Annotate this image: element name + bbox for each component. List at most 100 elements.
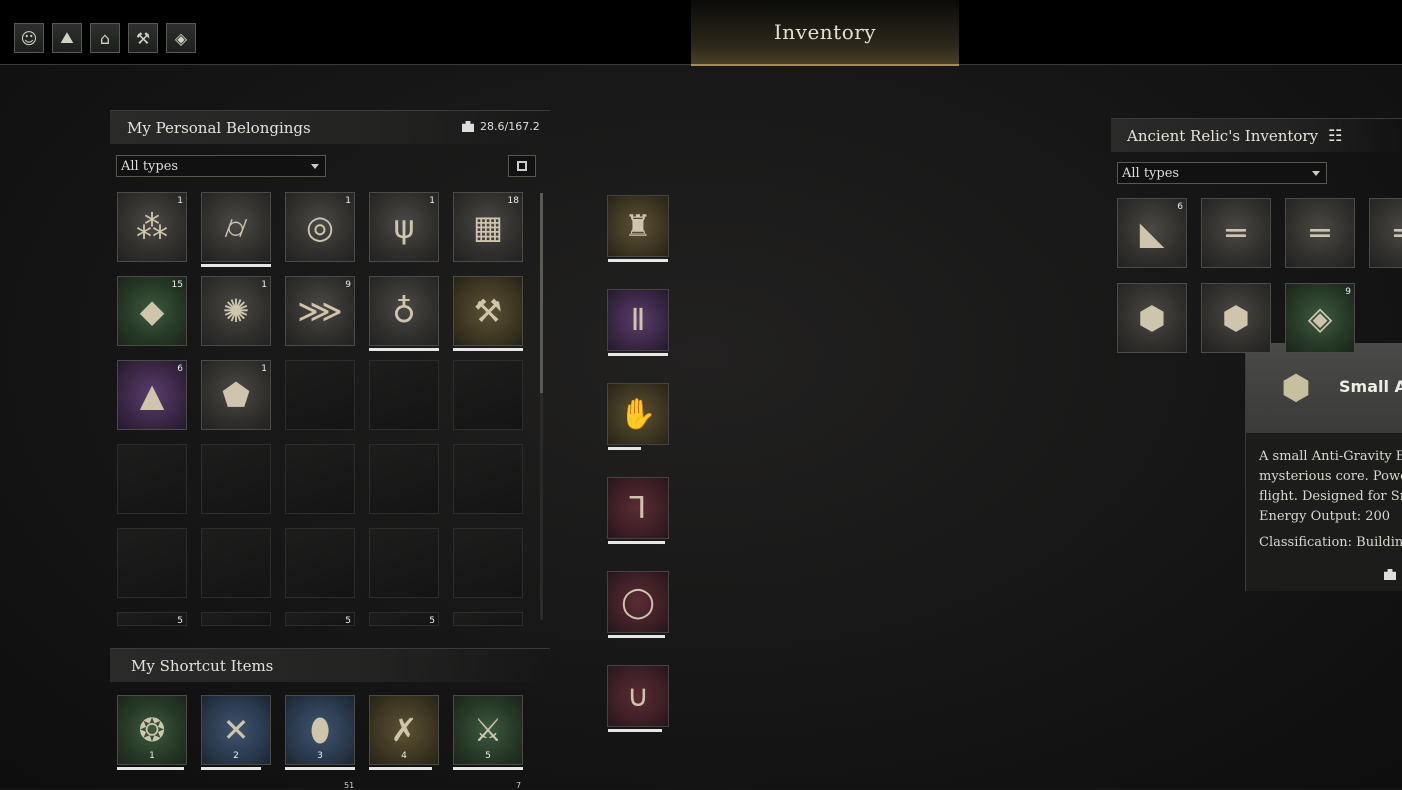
item-slot-fern-log[interactable]: ⋙ 9 bbox=[285, 276, 355, 346]
stack-count: 1 bbox=[345, 196, 351, 206]
stack-count: 1 bbox=[177, 196, 183, 206]
rope-coil-icon: ◎ bbox=[306, 208, 334, 246]
crossed-spears-icon: ✕ bbox=[222, 711, 250, 749]
item-slot-crossed-axes[interactable]: ✗ 4 bbox=[369, 695, 439, 765]
green-crystal-icon: ◆ bbox=[139, 292, 165, 330]
empty-slot[interactable] bbox=[117, 444, 187, 514]
item-slot-green-gem[interactable]: ◈ 9 bbox=[1285, 283, 1355, 353]
empty-slot[interactable] bbox=[285, 360, 355, 430]
durability-bar bbox=[201, 767, 261, 770]
empty-slot[interactable] bbox=[369, 360, 439, 430]
ring-icon: ◯ bbox=[621, 585, 655, 620]
rolled-canvas-icon: ⌭ bbox=[224, 208, 248, 246]
character-icon[interactable]: ☺ bbox=[14, 23, 44, 53]
durability-bar bbox=[285, 767, 355, 770]
item-slot-purple-prism[interactable]: ▲ 6 bbox=[117, 360, 187, 430]
top-icon-bar: ☺ ⛰ ⌂ ⚒ ◈ bbox=[14, 23, 196, 53]
item-tooltip: ⬢ Small Ar A small Anti-Gravity Eng myst… bbox=[1245, 343, 1402, 591]
bag-icon[interactable]: ⌂ bbox=[90, 23, 120, 53]
empty-slot[interactable] bbox=[285, 444, 355, 514]
empty-slot[interactable] bbox=[453, 444, 523, 514]
chevron-down-icon bbox=[1312, 171, 1320, 176]
item-slot-spiked-whip[interactable]: ❂ 1 bbox=[117, 695, 187, 765]
empty-slot[interactable] bbox=[201, 612, 271, 626]
item-slot-engine-core[interactable]: ⬢ bbox=[1117, 283, 1187, 353]
scroll-icon[interactable]: ☷ bbox=[1328, 126, 1342, 145]
purple-prism-icon: ▲ bbox=[139, 376, 165, 414]
empty-slot[interactable] bbox=[453, 528, 523, 598]
tooltip-line: Energy Output: 200 bbox=[1259, 509, 1391, 524]
item-slot-rail-part[interactable]: ═ bbox=[1285, 198, 1355, 268]
personal-scrollbar-thumb[interactable] bbox=[540, 193, 543, 393]
drop-icon[interactable]: ◈ bbox=[166, 23, 196, 53]
personal-type-filter-value: All types bbox=[121, 158, 179, 174]
empty-slot[interactable] bbox=[453, 612, 523, 626]
carry-weight: 28.6/167.2 bbox=[462, 120, 540, 133]
stack-count: 7 bbox=[516, 781, 522, 790]
empty-slot[interactable] bbox=[117, 528, 187, 598]
equipment-slot-boots[interactable]: ⅂ bbox=[607, 477, 669, 539]
item-slot-battle-axe[interactable]: ⚔ 5 bbox=[453, 695, 523, 765]
durability-bar bbox=[608, 447, 641, 450]
rune-stone-icon: ⬟ bbox=[222, 376, 250, 414]
item-slot-pickaxe[interactable]: ⚒ bbox=[453, 276, 523, 346]
item-slot-crossed-spears[interactable]: ✕ 2 bbox=[201, 695, 271, 765]
map-icon[interactable]: ⛰ bbox=[52, 23, 82, 53]
empty-slot[interactable] bbox=[201, 528, 271, 598]
hotkey-number: 1 bbox=[149, 751, 155, 761]
equipment-slot-ring[interactable]: ◯ bbox=[607, 571, 669, 633]
stack-count: 6 bbox=[1177, 202, 1183, 212]
stack-count: 1 bbox=[261, 364, 267, 374]
item-slot-wooden-shield[interactable]: ⬮ 3 bbox=[285, 695, 355, 765]
item-slot-sack[interactable]: ♁ bbox=[369, 276, 439, 346]
item-slot-rope-coil[interactable]: ◎ 1 bbox=[285, 192, 355, 262]
equipment-slot-chest-armor[interactable]: ♜ bbox=[607, 195, 669, 257]
rail-part-icon: ═ bbox=[1370, 213, 1402, 253]
item-slot-rail-part[interactable]: ═ bbox=[1201, 198, 1271, 268]
engine-core-icon: ⬢ bbox=[1138, 299, 1166, 337]
item-slot-engine-core[interactable]: ⬢ bbox=[1201, 283, 1271, 353]
empty-slot[interactable] bbox=[453, 360, 523, 430]
empty-slot[interactable]: 5 bbox=[117, 612, 187, 626]
glider-wing-icon: ◣ bbox=[1139, 214, 1165, 252]
item-slot-rolled-canvas[interactable]: ⌭ bbox=[201, 192, 271, 262]
sack-icon: ♁ bbox=[392, 292, 416, 330]
item-slot-branch[interactable]: ψ1 bbox=[369, 192, 439, 262]
item-slot-rail-part[interactable]: ═ bbox=[1369, 198, 1402, 268]
personal-belongings-title: My Personal Belongings bbox=[127, 118, 311, 137]
rail-part-icon: ═ bbox=[1310, 214, 1330, 252]
empty-slot[interactable]: 5 bbox=[285, 612, 355, 626]
durability-bar bbox=[369, 348, 439, 351]
empty-slot[interactable] bbox=[201, 444, 271, 514]
personal-type-filter[interactable]: All types bbox=[116, 155, 326, 177]
wrench-icon[interactable]: ⚒ bbox=[128, 23, 158, 53]
chevron-down-icon bbox=[311, 164, 319, 169]
item-slot-red-splatter[interactable]: ✺ 1 bbox=[201, 276, 271, 346]
stack-count: 1 bbox=[261, 280, 267, 290]
item-slot-green-crystal[interactable]: ◆ 15 bbox=[117, 276, 187, 346]
item-slot-straw-bundle[interactable]: ⁂ 1 bbox=[117, 192, 187, 262]
equipment-slot-necklace[interactable]: ∪ bbox=[607, 665, 669, 727]
empty-slot[interactable] bbox=[369, 528, 439, 598]
empty-slot[interactable] bbox=[369, 444, 439, 514]
inventory-tab[interactable]: Inventory bbox=[691, 0, 959, 66]
equipment-slot-leg-armor[interactable]: Ⅱ bbox=[607, 289, 669, 351]
empty-slot[interactable] bbox=[285, 528, 355, 598]
relic-type-filter[interactable]: All types bbox=[1117, 162, 1327, 184]
weight-icon bbox=[462, 121, 474, 132]
branch-icon: ψ bbox=[393, 208, 415, 246]
necklace-icon: ∪ bbox=[627, 679, 649, 714]
boots-icon: ⅂ bbox=[629, 491, 647, 526]
spiked-whip-icon: ❂ bbox=[138, 711, 166, 749]
stack-count: 9 bbox=[1345, 287, 1351, 297]
item-slot-glider-wing[interactable]: ◣ 6 bbox=[1117, 198, 1187, 268]
durability-bar bbox=[608, 635, 665, 638]
top-bar: ☺ ⛰ ⌂ ⚒ ◈ Inventory bbox=[0, 0, 1402, 66]
tooltip-title: Small Ar bbox=[1339, 377, 1402, 396]
item-slot-rune-stone[interactable]: ⬟ 1 bbox=[201, 360, 271, 430]
equipment-slot-gauntlet[interactable]: ✋ bbox=[607, 383, 669, 445]
stack-count: 1 bbox=[429, 196, 435, 206]
empty-slot[interactable]: 5 bbox=[369, 612, 439, 626]
grid-view-button[interactable] bbox=[508, 155, 536, 177]
item-slot-metal-plate[interactable]: ▦ 18 bbox=[453, 192, 523, 262]
